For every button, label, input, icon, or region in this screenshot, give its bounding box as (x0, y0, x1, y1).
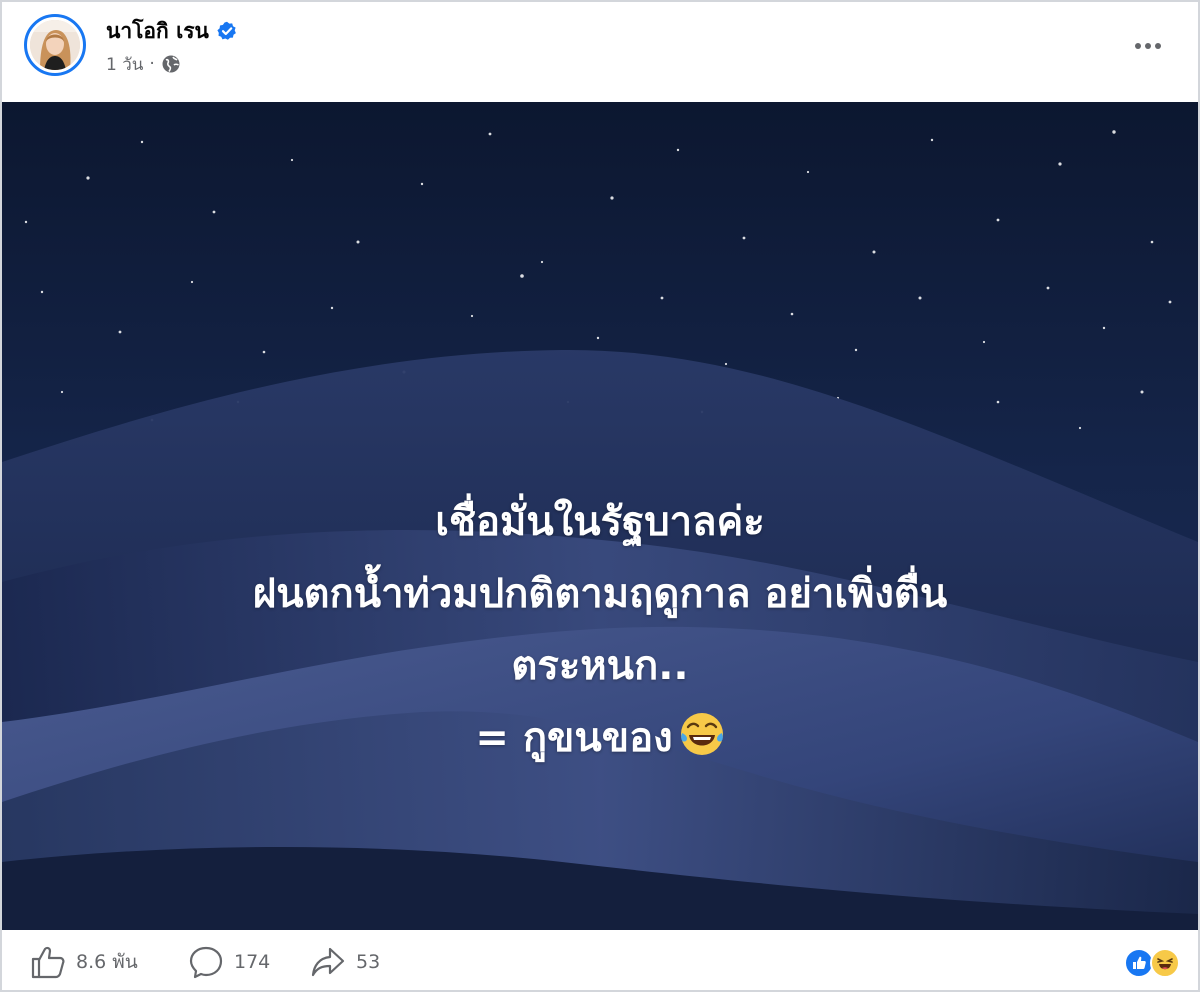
like-count: 8.6 พัน (76, 951, 138, 973)
caption-line-4-wrap: = กูขนของ (2, 702, 1198, 774)
share-button[interactable]: 53 (310, 944, 380, 980)
facebook-post: นาโอกิ เรน 1 วัน · เชื่อมั่นในรัฐบาลค่ะ … (0, 0, 1200, 992)
author-row: นาโอกิ เรน (106, 16, 237, 46)
post-image[interactable]: เชื่อมั่นในรัฐบาลค่ะ ฝนตกน้ำท่วมปกติตามฤ… (2, 102, 1198, 930)
author-avatar[interactable] (24, 14, 86, 76)
haha-reaction-icon (1150, 948, 1180, 978)
author-name[interactable]: นาโอกิ เรน (106, 16, 209, 46)
caption-line-2: ฝนตกน้ำท่วมปกติตามฤดูกาล อย่าเพิ่งตื่น (252, 571, 948, 617)
meta-separator: · (149, 54, 155, 74)
caption-line-1: เชื่อมั่นในรัฐบาลค่ะ (435, 499, 765, 545)
share-icon (311, 947, 345, 977)
caption-line-3: ตระหนก.. (511, 643, 689, 689)
comment-icon (189, 946, 223, 979)
comment-button[interactable]: 174 (188, 944, 270, 980)
caption-line-4: = กูขนของ (475, 715, 673, 761)
more-options-button[interactable] (1128, 28, 1168, 64)
post-header: นาโอกิ เรน 1 วัน · (2, 2, 1198, 100)
post-actions: 8.6 พัน 174 53 (2, 932, 1198, 992)
globe-icon[interactable] (161, 54, 181, 74)
avatar-photo (30, 20, 80, 70)
image-caption: เชื่อมั่นในรัฐบาลค่ะ ฝนตกน้ำท่วมปกติตามฤ… (2, 486, 1198, 774)
like-icon (31, 946, 65, 979)
post-meta: 1 วัน · (106, 52, 181, 76)
share-count: 53 (356, 951, 381, 973)
laughing-tears-emoji-icon (679, 708, 725, 755)
verified-badge-icon (217, 21, 237, 41)
comment-count: 174 (234, 951, 271, 973)
like-button[interactable]: 8.6 พัน (30, 944, 138, 980)
post-time[interactable]: 1 วัน (106, 51, 143, 78)
reaction-summary[interactable] (1124, 948, 1180, 978)
more-horizontal-icon (1135, 43, 1161, 49)
